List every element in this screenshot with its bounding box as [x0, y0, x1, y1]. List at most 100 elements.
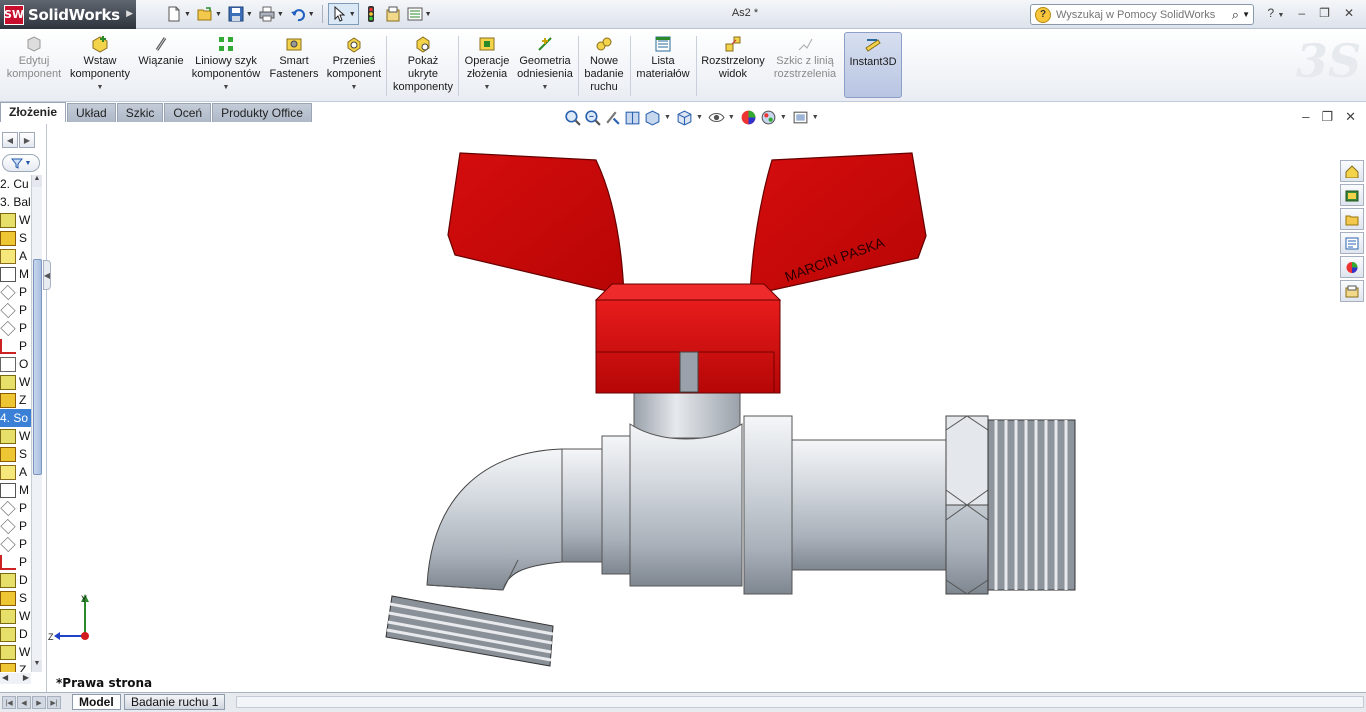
dropdown-arrow-icon[interactable]: ▼: [780, 114, 787, 121]
rebuild-button[interactable]: [361, 3, 381, 25]
dropdown-arrow-icon[interactable]: ▼: [223, 81, 230, 94]
tab-scroll-right-icon[interactable]: ▶: [19, 132, 35, 148]
assembly-features-button[interactable]: Operacje złożenia ▼: [462, 32, 512, 98]
explode-line-sketch-button[interactable]: Szkic z linią rozstrzelenia: [770, 32, 840, 98]
options-button[interactable]: ▼: [405, 3, 434, 25]
close-icon[interactable]: ✕: [1344, 6, 1354, 20]
tree-item[interactable]: 4. So: [0, 409, 31, 427]
tree-item[interactable]: S: [0, 445, 31, 463]
tree-item[interactable]: P: [0, 319, 31, 337]
file-properties-button[interactable]: [383, 3, 403, 25]
open-document-button[interactable]: ▼: [195, 3, 224, 25]
insert-components-button[interactable]: Wstaw komponenty ▼: [68, 32, 132, 98]
tree-item[interactable]: O: [0, 355, 31, 373]
scroll-left-icon[interactable]: ◀: [2, 673, 8, 684]
smart-fasteners-button[interactable]: Smart Fasteners: [266, 32, 322, 98]
next-tab-icon[interactable]: ▶: [32, 696, 46, 709]
dropdown-arrow-icon[interactable]: ▼: [484, 81, 491, 94]
section-view-icon[interactable]: [624, 109, 641, 126]
view-settings-icon[interactable]: [792, 109, 809, 126]
dropdown-arrow-icon[interactable]: ▼: [246, 11, 253, 18]
dropdown-arrow-icon[interactable]: ▼: [215, 11, 222, 18]
scroll-thumb[interactable]: [33, 259, 42, 475]
tree-item[interactable]: P: [0, 553, 31, 571]
mate-button[interactable]: Wiązanie: [136, 32, 186, 98]
graphics-hscrollbar[interactable]: [236, 696, 1364, 708]
tab-scroll-left-icon[interactable]: ◀: [2, 132, 18, 148]
dropdown-arrow-icon[interactable]: ▼: [97, 81, 104, 94]
tree-item[interactable]: M: [0, 265, 31, 283]
dropdown-arrow-icon[interactable]: ▼: [277, 11, 284, 18]
tree-item[interactable]: D: [0, 571, 31, 589]
tree-item[interactable]: W: [0, 373, 31, 391]
save-button[interactable]: ▼: [226, 3, 255, 25]
tree-item[interactable]: A: [0, 463, 31, 481]
dropdown-arrow-icon[interactable]: ▼: [696, 114, 703, 121]
select-button[interactable]: ▼: [327, 3, 359, 25]
tree-item[interactable]: P: [0, 283, 31, 301]
undo-button[interactable]: ▼: [288, 3, 317, 25]
search-dropdown-icon[interactable]: ▼: [1242, 10, 1250, 19]
task-pane-view-palette-button[interactable]: [1340, 232, 1364, 254]
bill-of-materials-button[interactable]: Lista materiałów: [634, 32, 692, 98]
tree-item[interactable]: W: [0, 607, 31, 625]
exploded-view-button[interactable]: Rozstrzelony widok: [700, 32, 766, 98]
zoom-to-fit-icon[interactable]: [564, 109, 581, 126]
tree-item[interactable]: Z: [0, 661, 31, 672]
tree-item[interactable]: W: [0, 643, 31, 661]
tree-item[interactable]: S: [0, 589, 31, 607]
tree-item[interactable]: P: [0, 535, 31, 553]
dropdown-arrow-icon[interactable]: ▼: [349, 11, 356, 18]
dropdown-arrow-icon[interactable]: ▼: [184, 11, 191, 18]
tree-item[interactable]: P: [0, 499, 31, 517]
doc-close-icon[interactable]: ✕: [1345, 109, 1356, 125]
dropdown-arrow-icon[interactable]: ▼: [308, 11, 315, 18]
tree-item[interactable]: S: [0, 229, 31, 247]
model-viewport[interactable]: MARCIN PASKA Y Z: [48, 124, 1340, 692]
move-component-button[interactable]: Przenieś komponent ▼: [326, 32, 382, 98]
display-style-icon[interactable]: [676, 109, 693, 126]
scroll-down-icon[interactable]: ▼: [32, 660, 42, 672]
view-orientation-icon[interactable]: [644, 109, 661, 126]
tree-item[interactable]: M: [0, 481, 31, 499]
help-button[interactable]: ? ▼: [1268, 6, 1285, 20]
edit-appearance-icon[interactable]: [740, 109, 757, 126]
graphics-area[interactable]: MARCIN PASKA Y Z: [48, 124, 1340, 692]
tree-item[interactable]: 2. Cu: [0, 175, 31, 193]
apply-scene-icon[interactable]: [760, 109, 777, 126]
tree-item[interactable]: A: [0, 247, 31, 265]
task-pane-design-library-button[interactable]: [1340, 184, 1364, 206]
minimize-icon[interactable]: –: [1298, 6, 1305, 20]
show-hidden-components-button[interactable]: Pokaż ukryte komponenty: [390, 32, 456, 98]
restore-icon[interactable]: ❐: [1319, 6, 1330, 20]
scroll-up-icon[interactable]: ▲: [32, 175, 42, 187]
tree-item[interactable]: 3. Bal: [0, 193, 31, 211]
tree-filter-button[interactable]: ▼: [2, 154, 40, 172]
dropdown-arrow-icon[interactable]: ▼: [664, 114, 671, 121]
new-motion-study-button[interactable]: Nowe badanie ruchu: [582, 32, 626, 98]
tab-szkic[interactable]: Szkic: [116, 103, 164, 122]
dropdown-arrow-icon[interactable]: ▼: [351, 81, 358, 94]
search-icon[interactable]: ⌕: [1232, 7, 1239, 23]
doc-restore-icon[interactable]: ❐: [1321, 109, 1333, 125]
linear-pattern-button[interactable]: Liniowy szyk komponentów ▼: [190, 32, 262, 98]
tab-model[interactable]: Model: [72, 694, 121, 710]
last-tab-icon[interactable]: ▶|: [47, 696, 61, 709]
task-pane-custom-properties-button[interactable]: [1340, 280, 1364, 302]
tree-item[interactable]: P: [0, 337, 31, 355]
tree-item[interactable]: D: [0, 625, 31, 643]
task-pane-appearances-button[interactable]: [1340, 256, 1364, 278]
feature-tree-hscrollbar[interactable]: ◀ ▶: [0, 673, 31, 684]
tab-motion-study[interactable]: Badanie ruchu 1: [124, 694, 226, 710]
doc-minimize-icon[interactable]: –: [1302, 109, 1309, 125]
prev-tab-icon[interactable]: ◀: [17, 696, 31, 709]
dropdown-arrow-icon[interactable]: ▼: [728, 114, 735, 121]
tree-item[interactable]: Z: [0, 391, 31, 409]
scroll-right-icon[interactable]: ▶: [23, 673, 29, 684]
help-search-input[interactable]: [1051, 8, 1232, 21]
tab-ocen[interactable]: Oceń: [164, 103, 212, 122]
feature-tree-scrollbar[interactable]: ▲ ▼: [31, 175, 42, 672]
previous-view-icon[interactable]: [604, 109, 621, 126]
tree-item[interactable]: W: [0, 427, 31, 445]
tab-produkty-office[interactable]: Produkty Office: [212, 103, 312, 122]
